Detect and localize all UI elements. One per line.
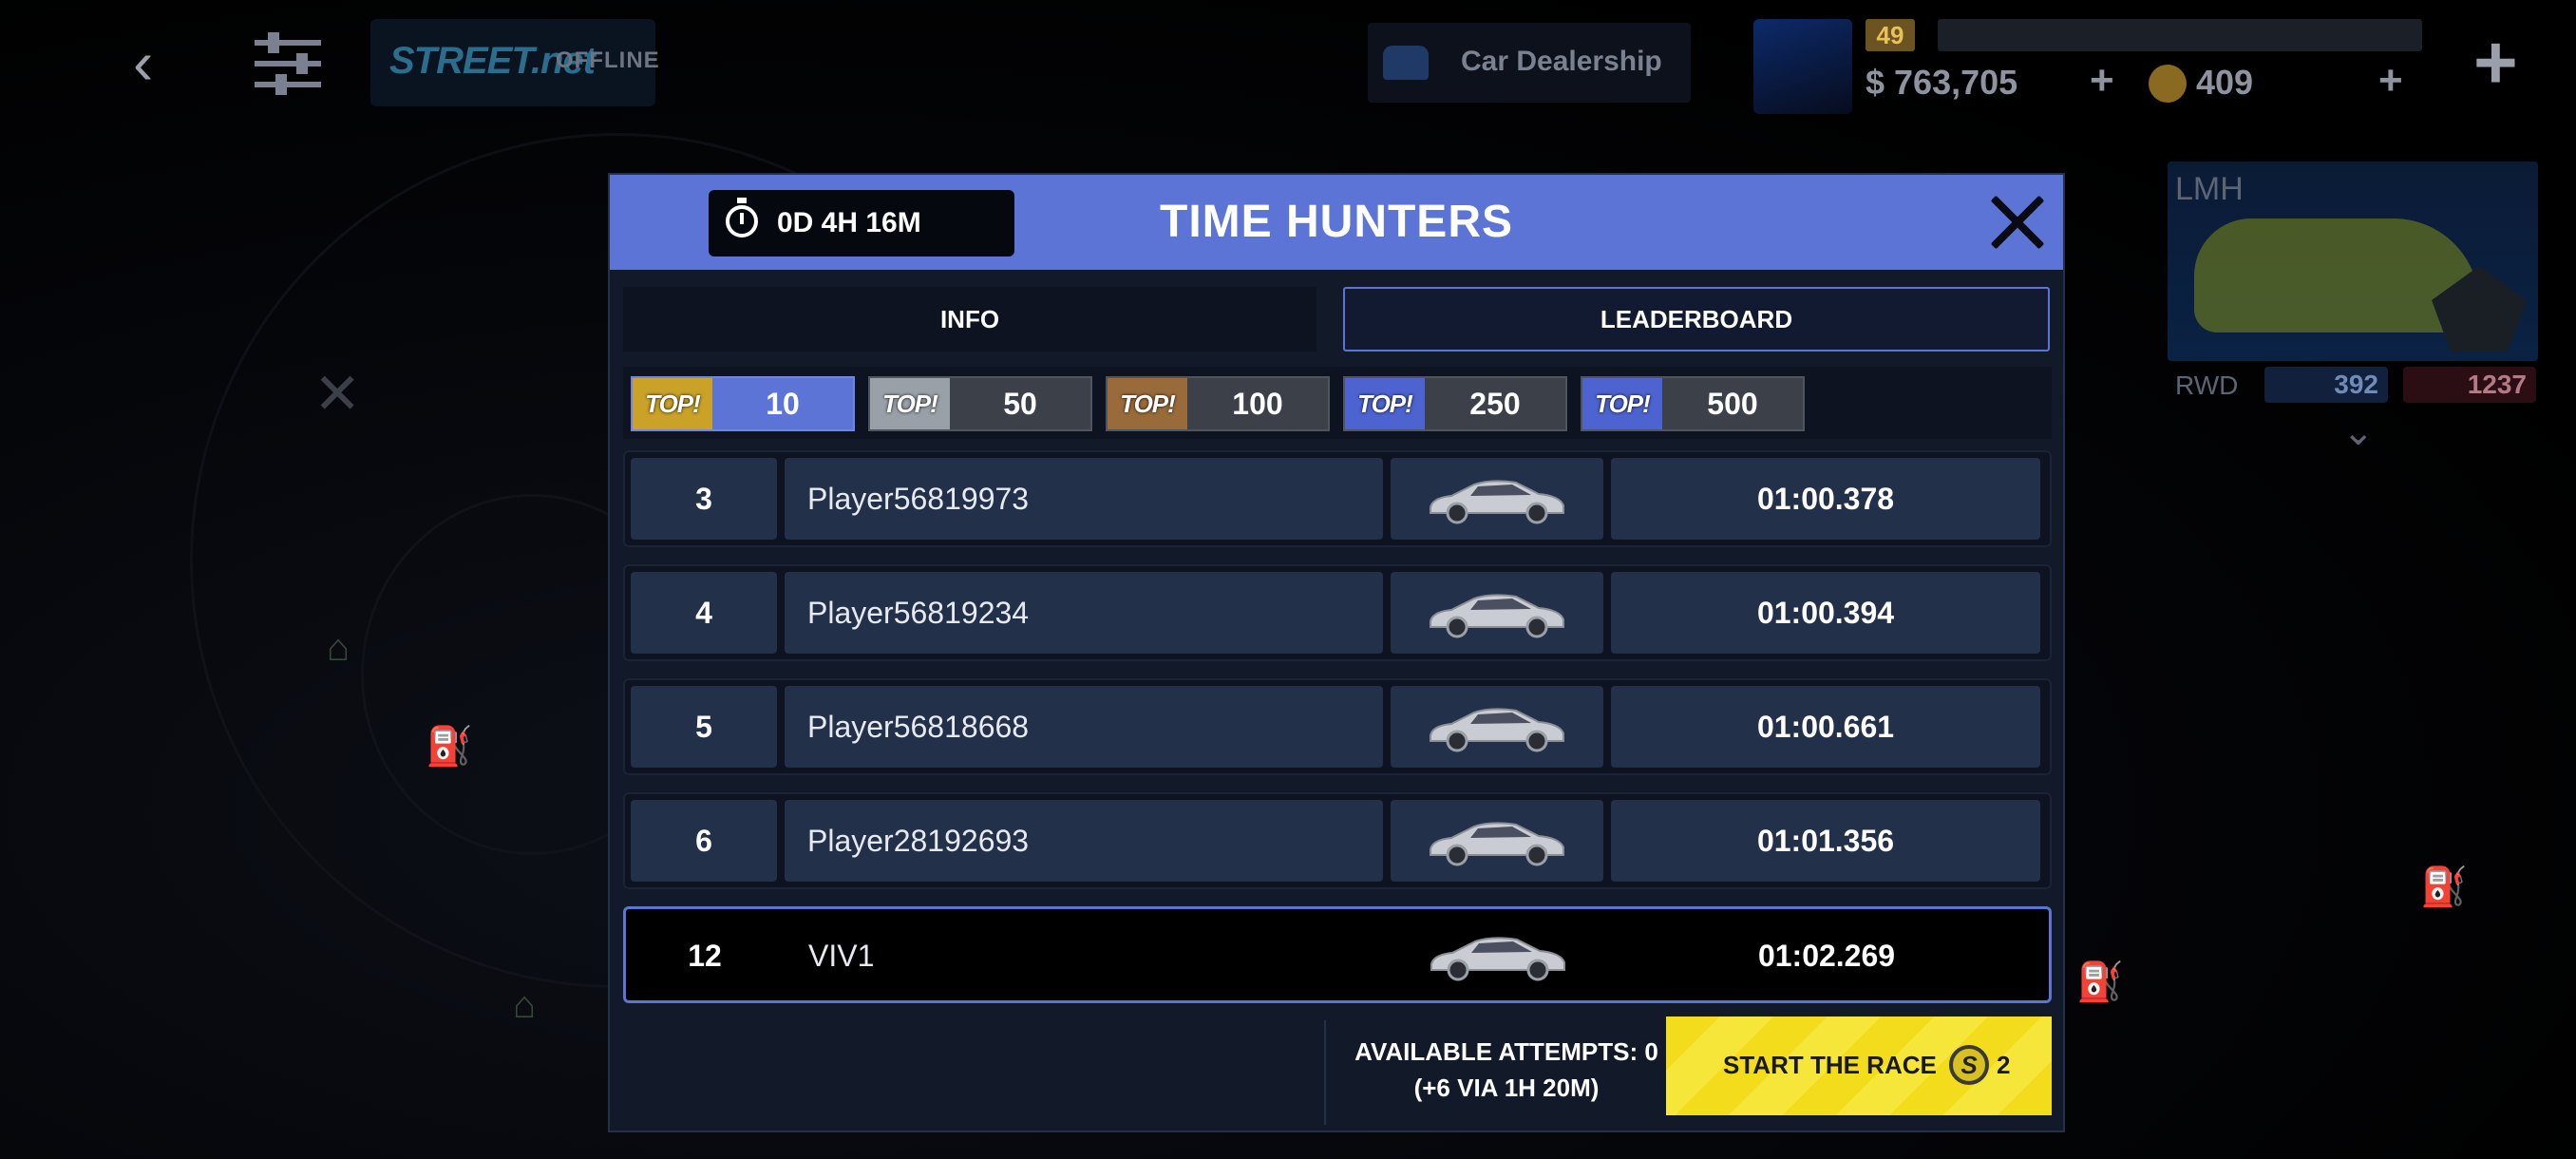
- timer-text: 0D 4H 16M: [777, 207, 921, 238]
- settings-sliders-icon[interactable]: [255, 30, 321, 97]
- xp-bar: [1938, 19, 2422, 51]
- filter-value: 10: [766, 387, 800, 421]
- car-cell: [1391, 458, 1603, 540]
- car-icon: [1425, 817, 1567, 868]
- lap-time-cell: 01:00.661: [1611, 686, 2040, 768]
- attempts-refill: (+6 VIA 1H 20M): [1413, 1074, 1600, 1102]
- selected-car-image: [2194, 218, 2479, 332]
- player-avatar[interactable]: [1753, 19, 1852, 114]
- car-dealership-label[interactable]: Car Dealership: [1461, 46, 1662, 78]
- tab-info[interactable]: INFO: [623, 287, 1316, 352]
- divider: [1324, 1020, 1326, 1125]
- car-cell: [1392, 915, 1604, 997]
- gold-coin-icon: [2149, 65, 2187, 103]
- filter-top-4[interactable]: TOP! 500: [1581, 376, 1805, 431]
- tab-leaderboard[interactable]: LEADERBOARD: [1343, 287, 2050, 352]
- time-hunters-modal: TIME HUNTERS 0D 4H 16M INFO LEADERBOARD …: [608, 173, 2065, 1132]
- fuel-icon[interactable]: ⛽: [426, 724, 473, 769]
- add-gold-button[interactable]: +: [2378, 57, 2403, 104]
- coin-icon: [1949, 1045, 1989, 1085]
- car-cell: [1391, 800, 1603, 882]
- lap-time-cell: 01:01.356: [1611, 800, 2040, 882]
- car-cell: [1391, 572, 1603, 654]
- player-name-cell: Player56818668: [785, 686, 1383, 768]
- player-name-cell: Player56819973: [785, 458, 1383, 540]
- car-drive-label: RWD: [2175, 370, 2239, 400]
- car-class-label: LMH: [2175, 171, 2244, 207]
- filter-top-3[interactable]: TOP! 250: [1343, 376, 1567, 431]
- rank-cell: 5: [631, 686, 777, 768]
- car-icon: [1383, 46, 1429, 80]
- top-badge-icon: TOP!: [1582, 378, 1662, 429]
- home-icon[interactable]: ⌂: [513, 984, 536, 1027]
- start-race-label: START THE RACE: [1723, 1051, 1937, 1079]
- player-name-cell: Player56819234: [785, 572, 1383, 654]
- stopwatch-icon: [726, 198, 758, 238]
- home-icon[interactable]: ⌂: [327, 627, 350, 670]
- add-cash-button[interactable]: +: [2090, 57, 2114, 104]
- table-row[interactable]: 4 Player56819234 01:00.394: [623, 564, 2052, 661]
- rank-cell: 4: [631, 572, 777, 654]
- connection-status: OFFLINE: [556, 48, 660, 73]
- player-name-cell: Player28192693: [785, 800, 1383, 882]
- top-badge-icon: TOP!: [870, 378, 950, 429]
- start-race-button[interactable]: START THE RACE 2: [1666, 1016, 2052, 1115]
- filter-value: 500: [1707, 387, 1758, 421]
- cash-balance: $ 763,705: [1866, 63, 2018, 102]
- modal-header: TIME HUNTERS 0D 4H 16M: [610, 175, 2063, 270]
- filter-top-2[interactable]: TOP! 100: [1106, 376, 1330, 431]
- player-name-cell: VIV1: [786, 915, 1384, 997]
- filter-value: 100: [1232, 387, 1283, 421]
- top-badge-icon: TOP!: [1108, 378, 1187, 429]
- car-icon: [1426, 932, 1568, 983]
- fuel-icon[interactable]: ⛽: [2076, 960, 2124, 1004]
- car-icon: [1425, 475, 1567, 526]
- close-icon[interactable]: [1987, 192, 2048, 253]
- rank-cell: 3: [631, 458, 777, 540]
- lap-time-cell: 01:00.378: [1611, 458, 2040, 540]
- table-row[interactable]: 3 Player56819973 01:00.378: [623, 450, 2052, 547]
- fuel-icon[interactable]: ⛽: [2420, 864, 2468, 909]
- add-menu-button[interactable]: +: [2473, 25, 2518, 101]
- table-row[interactable]: 5 Player56818668 01:00.661: [623, 678, 2052, 775]
- top-badge-icon: TOP!: [633, 378, 712, 429]
- gold-balance: 409: [2196, 63, 2254, 102]
- car-icon: [1425, 589, 1567, 640]
- leaderboard-filters: TOP! 10 TOP! 50 TOP! 100 TOP! 250 TOP! 500: [623, 367, 2052, 439]
- filter-top-0[interactable]: TOP! 10: [631, 376, 855, 431]
- attempts-count: AVAILABLE ATTEMPTS: 0: [1354, 1037, 1658, 1066]
- available-attempts: AVAILABLE ATTEMPTS: 0 (+6 VIA 1H 20M): [1335, 1034, 1677, 1106]
- lap-time-cell: 01:00.394: [1611, 572, 2040, 654]
- start-race-cost: 2: [1997, 1051, 2011, 1079]
- car-icon: [1425, 703, 1567, 754]
- player-level: 49: [1866, 19, 1915, 51]
- car-stat-blue: 392: [2264, 367, 2388, 403]
- filter-value: 250: [1469, 387, 1521, 421]
- lap-time-cell: 01:02.269: [1612, 915, 2041, 997]
- filter-top-1[interactable]: TOP! 50: [868, 376, 1092, 431]
- filter-value: 50: [1003, 387, 1037, 421]
- rank-cell: 6: [631, 800, 777, 882]
- player-row[interactable]: 12 VIV1 01:02.269: [623, 906, 2052, 1003]
- repair-icon[interactable]: ✕: [313, 361, 361, 428]
- chevron-down-icon[interactable]: ⌄: [2342, 410, 2375, 454]
- car-cell: [1391, 686, 1603, 768]
- table-row[interactable]: 6 Player28192693 01:01.356: [623, 792, 2052, 889]
- top-badge-icon: TOP!: [1345, 378, 1425, 429]
- event-timer: 0D 4H 16M: [709, 190, 1014, 256]
- back-icon[interactable]: ‹: [133, 28, 182, 97]
- car-stat-red: 1237: [2403, 367, 2536, 403]
- rank-cell: 12: [632, 915, 778, 997]
